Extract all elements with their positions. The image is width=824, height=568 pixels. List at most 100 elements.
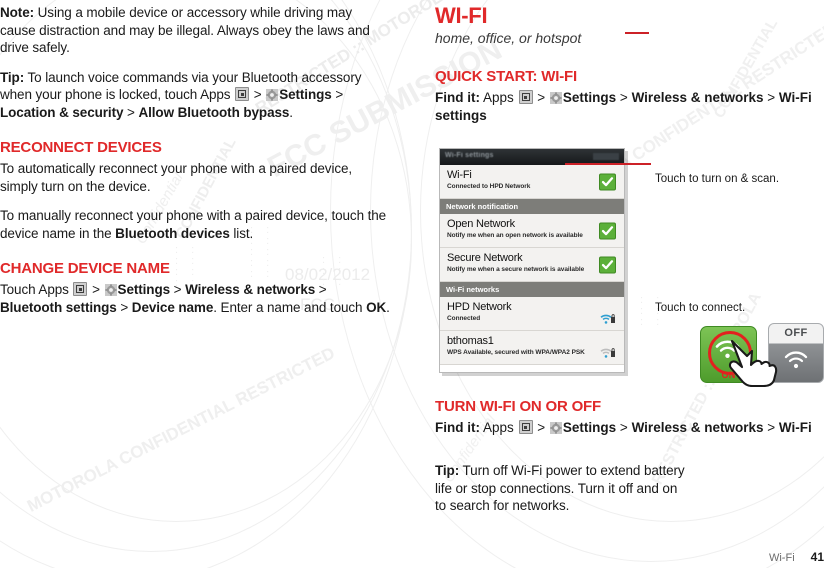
list-item-secure-network[interactable]: Secure Network Notify me when a secure n… [440,248,624,282]
apps-icon [235,87,250,101]
crumb-separator: > [88,282,104,297]
crumb-separator: > [315,282,327,297]
tip-text: Turn off Wi-Fi power to extend battery l… [435,463,685,513]
apps-icon [518,90,533,104]
left-column: Note: Using a mobile device or accessory… [0,0,400,328]
list-item-bthomas1[interactable]: bthomas1 WPS Available, secured with WPA… [440,331,624,365]
wifi-icon [784,351,808,369]
callout-label-touch-to-connect: Touch to connect. [655,302,746,314]
gear-icon [549,92,562,104]
change-device-name-paragraph: Touch Apps > Settings > Wireless & netwo… [0,281,390,316]
page-footer: Wi-Fi 41 [769,550,824,564]
note-label: Note: [0,5,34,20]
phone-screen: Wi-Fi settings Wi-Fi Connected to HPD Ne… [439,148,625,373]
period: . [386,299,390,315]
gear-icon [266,89,279,101]
list-item-title: HPD Network [447,301,512,313]
crumb-separator: > [123,104,139,120]
callout-line-top [625,32,649,34]
heading-reconnect-devices: RECONNECT DEVICES [0,139,162,156]
titlebar-status-area [593,153,619,160]
crumb-separator: > [331,87,344,102]
checkbox-open-network[interactable] [599,222,616,239]
section-header-network-notification: Network notification [440,199,624,214]
find-it-label: Find it: [435,90,480,105]
list-item-title: Secure Network [447,252,523,264]
crumb-wireless-networks: Wireless & networks [631,420,764,435]
manual-page: Note: Using a mobile device or accessory… [0,0,824,568]
reconnect-paragraph-2: To manually reconnect your phone with a … [0,207,390,242]
bluetooth-tip-paragraph: Tip: To launch voice commands via your B… [0,69,390,122]
callout-label-turn-on-scan: Touch to turn on & scan. [655,173,780,185]
callout-line-bottom [565,163,651,165]
crumb-separator: > [763,420,779,435]
list-item-wifi-toggle[interactable]: Wi-Fi Connected to HPD Network [440,165,624,199]
crumb-separator: > [763,90,779,105]
crumb-wireless-networks: Wireless & networks [631,90,764,105]
section-header-wifi-networks: Wi-Fi networks [440,282,624,297]
crumb-allow-bluetooth-bypass: Allow Bluetooth bypass [138,104,290,120]
crumb-wifi: Wi-Fi [778,420,812,435]
gear-icon [549,422,562,434]
crumb-settings: Settings [562,420,617,435]
reconnect-paragraph-1: To automatically reconnect your phone wi… [0,161,353,194]
crumb-separator: > [533,90,549,105]
crumb-separator: > [170,282,186,297]
period: . [289,104,293,120]
wifi-settings-screenshot: Wi-Fi settings Wi-Fi Connected to HPD Ne… [439,148,625,373]
crumb-settings: Settings [562,90,617,105]
off-label: OFF [784,327,808,339]
wifi-signal-icon [600,313,616,325]
crumb-separator: > [616,90,632,105]
reconnect-text-post: list. [229,225,254,241]
list-item-hpd-network[interactable]: HPD Network Connected [440,297,624,331]
list-item-title: bthomas1 [447,335,494,347]
crumb-separator: > [250,87,266,102]
find-it-label: Find it: [435,420,480,435]
crumb-bluetooth-settings: Bluetooth settings [0,299,117,315]
crumb-separator: > [616,420,632,435]
note-text: Using a mobile device or accessory while… [0,5,370,55]
checkbox-wifi[interactable] [599,173,616,190]
crumb-settings: Settings [279,87,332,102]
list-item-title: Wi-Fi [447,169,472,181]
checkbox-secure-network[interactable] [599,256,616,273]
apps-icon [518,420,533,434]
find-it-turn-wifi: Find it: Apps > Settings > Wireless & ne… [435,419,824,437]
list-item-subtitle: Notify me when an open network is availa… [447,232,583,239]
touch-apps-text: Touch Apps [0,282,73,297]
crumb-separator: > [533,420,549,435]
heading-turn-wifi-on-or-off: TURN WI-FI ON OR OFF [435,398,601,415]
find-it-quick-start: Find it: Apps > Settings > Wireless & ne… [435,89,824,124]
list-item-subtitle: WPS Available, secured with WPA/WPA2 PSK [447,349,585,356]
list-item-subtitle: Connected [447,315,481,322]
ok-bold: OK [366,299,387,315]
wifi-signal-icon [600,347,616,359]
change-name-tail: . Enter a name and touch [213,299,367,315]
heading-quick-start-wifi: QUICK START: WI-FI [435,68,577,85]
screen-title: Wi-Fi settings [445,152,494,159]
page-title: WI-FI [435,3,488,28]
page-number: 41 [810,550,824,564]
apps-text: Apps [479,90,518,105]
wifi-on-off-illustration: ON OFF [700,323,824,388]
note-paragraph: Note: Using a mobile device or accessory… [0,4,390,57]
crumb-separator: > [116,299,132,315]
heading-change-device-name: CHANGE DEVICE NAME [0,260,170,277]
right-column: WI-FI home, office, or hotspot QUICK STA… [435,0,824,513]
turn-wifi-block: TURN WI-FI ON OR OFF Find it: Apps > Set… [435,398,824,443]
list-item-open-network[interactable]: Open Network Notify me when an open netw… [440,214,624,248]
crumb-location-security: Location & security [0,104,124,120]
list-item-subtitle: Notify me when a secure network is avail… [447,266,585,273]
hand-pointer-icon [726,339,784,388]
gear-icon [104,284,117,296]
bluetooth-devices-bold: Bluetooth devices [115,225,230,241]
crumb-wireless-networks: Wireless & networks [185,282,316,297]
apps-text: Apps [479,420,518,435]
wifi-tip-paragraph: Tip: Turn off Wi-Fi power to extend batt… [435,462,691,515]
crumb-settings: Settings [117,282,171,297]
apps-icon [73,282,88,296]
tip-label: Tip: [0,69,25,85]
list-item-subtitle: Connected to HPD Network [447,183,531,190]
list-item-title: Open Network [447,218,515,230]
